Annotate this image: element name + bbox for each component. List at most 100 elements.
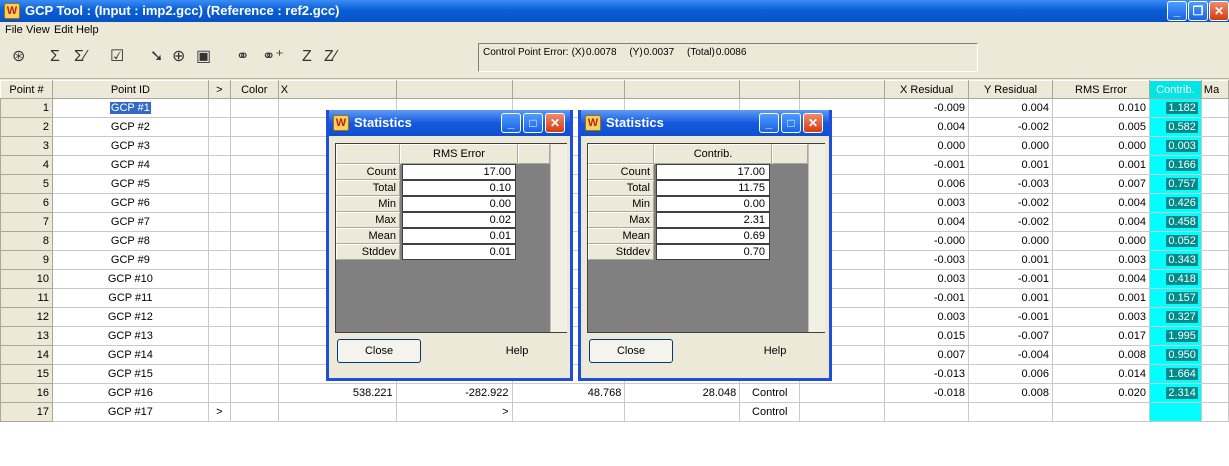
color-cell[interactable] bbox=[229, 345, 279, 365]
x-residual-cell[interactable]: -0.001 bbox=[884, 155, 970, 175]
y-residual-cell[interactable]: -0.003 bbox=[968, 174, 1054, 194]
col-y-ref[interactable] bbox=[624, 80, 741, 99]
contrib-cell[interactable]: 0.166 bbox=[1148, 155, 1202, 175]
close-button[interactable]: ✕ bbox=[1209, 1, 1229, 21]
contrib-cell[interactable]: 1.664 bbox=[1148, 364, 1202, 384]
point-id-cell[interactable]: GCP #1 bbox=[51, 98, 209, 118]
color-cell[interactable] bbox=[229, 155, 279, 175]
col-rms-error[interactable]: RMS Error bbox=[1052, 80, 1150, 99]
point-id-cell[interactable]: GCP #3 bbox=[51, 136, 209, 156]
y-residual-cell[interactable] bbox=[968, 402, 1054, 422]
rms-error-cell[interactable]: 0.004 bbox=[1052, 269, 1150, 289]
color-cell[interactable] bbox=[229, 269, 279, 289]
col-type[interactable] bbox=[739, 80, 801, 99]
point-number-cell[interactable]: 4 bbox=[0, 155, 53, 175]
point-id-cell[interactable]: GCP #7 bbox=[51, 212, 209, 232]
dialog-close-button[interactable]: ✕ bbox=[545, 113, 565, 133]
contrib-cell[interactable]: 0.950 bbox=[1148, 345, 1202, 365]
stats-scrollbar[interactable] bbox=[808, 144, 825, 332]
color-cell[interactable] bbox=[229, 288, 279, 308]
contrib-cell[interactable]: 2.314 bbox=[1148, 383, 1202, 403]
arrow-cell[interactable] bbox=[207, 307, 231, 327]
y-residual-cell[interactable]: -0.002 bbox=[968, 117, 1054, 137]
match-cell[interactable] bbox=[1200, 345, 1229, 365]
match-cell[interactable] bbox=[1200, 231, 1229, 251]
rms-error-cell[interactable]: 0.000 bbox=[1052, 136, 1150, 156]
y-residual-cell[interactable]: 0.008 bbox=[968, 383, 1054, 403]
dialog-minimize-button[interactable]: _ bbox=[759, 113, 779, 133]
color-cell[interactable] bbox=[229, 117, 279, 137]
contrib-cell[interactable]: 0.582 bbox=[1148, 117, 1202, 137]
rms-error-cell[interactable]: 0.010 bbox=[1052, 98, 1150, 118]
contrib-cell[interactable]: 0.052 bbox=[1148, 231, 1202, 251]
point-number-cell[interactable]: 8 bbox=[0, 231, 53, 251]
sigma-icon[interactable]: Σ bbox=[50, 47, 60, 67]
close-button[interactable]: Close bbox=[337, 339, 421, 363]
arrow-cell[interactable] bbox=[207, 174, 231, 194]
contrib-cell[interactable]: 0.157 bbox=[1148, 288, 1202, 308]
dialog-minimize-button[interactable]: _ bbox=[501, 113, 521, 133]
arrow-cell[interactable] bbox=[207, 98, 231, 118]
arrow-cell[interactable] bbox=[207, 269, 231, 289]
x-residual-cell[interactable]: 0.003 bbox=[884, 307, 970, 327]
dialog-close-button[interactable]: ✕ bbox=[803, 113, 823, 133]
col-arrow[interactable]: > bbox=[207, 80, 231, 99]
rms-error-cell[interactable]: 0.008 bbox=[1052, 345, 1150, 365]
x-residual-cell[interactable]: 0.003 bbox=[884, 193, 970, 213]
col-x-input[interactable]: X bbox=[277, 80, 397, 99]
contrib-cell[interactable] bbox=[1148, 402, 1202, 422]
col-y-residual[interactable]: Y Residual bbox=[968, 80, 1054, 99]
point-id-cell[interactable]: GCP #14 bbox=[51, 345, 209, 365]
minimize-button[interactable]: _ bbox=[1167, 1, 1187, 21]
point-number-cell[interactable]: 6 bbox=[0, 193, 53, 213]
point-id-cell[interactable]: GCP #16 bbox=[51, 383, 209, 403]
contrib-cell[interactable]: 0.003 bbox=[1148, 136, 1202, 156]
y-residual-cell[interactable]: 0.000 bbox=[968, 231, 1054, 251]
point-id-cell[interactable]: GCP #8 bbox=[51, 231, 209, 251]
binoculars-plus-icon[interactable]: ⚭⁺ bbox=[262, 47, 284, 67]
point-number-cell[interactable]: 13 bbox=[0, 326, 53, 346]
point-number-cell[interactable]: 3 bbox=[0, 136, 53, 156]
blank-cell[interactable] bbox=[799, 402, 886, 422]
rms-error-cell[interactable]: 0.004 bbox=[1052, 193, 1150, 213]
x-residual-cell[interactable]: 0.000 bbox=[884, 136, 970, 156]
table-row[interactable]: 16 GCP #16 538.221 -282.922 48.768 28.048 Cont… bbox=[0, 383, 1229, 403]
point-id-cell[interactable]: GCP #12 bbox=[51, 307, 209, 327]
table-row[interactable]: 17 GCP #17 > > Control bbox=[0, 402, 1229, 422]
point-id-cell[interactable]: GCP #17 bbox=[51, 402, 209, 422]
col-contrib[interactable]: Contrib. bbox=[1148, 80, 1202, 99]
arrow-cell[interactable] bbox=[207, 383, 231, 403]
arrow-cell[interactable] bbox=[207, 364, 231, 384]
menu-help[interactable]: Help bbox=[76, 24, 99, 36]
rms-error-cell[interactable]: 0.020 bbox=[1052, 383, 1150, 403]
contrib-cell[interactable]: 0.458 bbox=[1148, 212, 1202, 232]
y-ref-cell[interactable]: 28.048 bbox=[624, 383, 741, 403]
color-cell[interactable] bbox=[229, 231, 279, 251]
point-number-cell[interactable]: 14 bbox=[0, 345, 53, 365]
x-residual-cell[interactable]: -0.000 bbox=[884, 231, 970, 251]
y-residual-cell[interactable]: 0.000 bbox=[968, 136, 1054, 156]
col-color[interactable]: Color bbox=[229, 80, 279, 99]
type-cell[interactable]: Control bbox=[739, 383, 801, 403]
rms-error-cell[interactable]: 0.005 bbox=[1052, 117, 1150, 137]
contrib-cell[interactable]: 0.327 bbox=[1148, 307, 1202, 327]
color-cell[interactable] bbox=[229, 98, 279, 118]
menu-file[interactable]: File bbox=[5, 24, 23, 36]
stats-scrollbar[interactable] bbox=[550, 144, 567, 332]
arrow-cell[interactable] bbox=[207, 345, 231, 365]
point-number-cell[interactable]: 11 bbox=[0, 288, 53, 308]
rms-error-cell[interactable]: 0.001 bbox=[1052, 288, 1150, 308]
col-point-id[interactable]: Point ID bbox=[51, 80, 209, 99]
y-residual-cell[interactable]: -0.004 bbox=[968, 345, 1054, 365]
rms-error-cell[interactable]: 0.017 bbox=[1052, 326, 1150, 346]
y-residual-cell[interactable]: 0.004 bbox=[968, 98, 1054, 118]
point-id-cell[interactable]: GCP #9 bbox=[51, 250, 209, 270]
contrib-cell[interactable]: 1.995 bbox=[1148, 326, 1202, 346]
match-cell[interactable] bbox=[1200, 193, 1229, 213]
contrib-cell[interactable]: 0.343 bbox=[1148, 250, 1202, 270]
match-cell[interactable] bbox=[1200, 326, 1229, 346]
x-residual-cell[interactable]: -0.009 bbox=[884, 98, 970, 118]
point-number-cell[interactable]: 1 bbox=[0, 98, 53, 118]
color-cell[interactable] bbox=[229, 174, 279, 194]
close-button[interactable]: Close bbox=[589, 339, 673, 363]
